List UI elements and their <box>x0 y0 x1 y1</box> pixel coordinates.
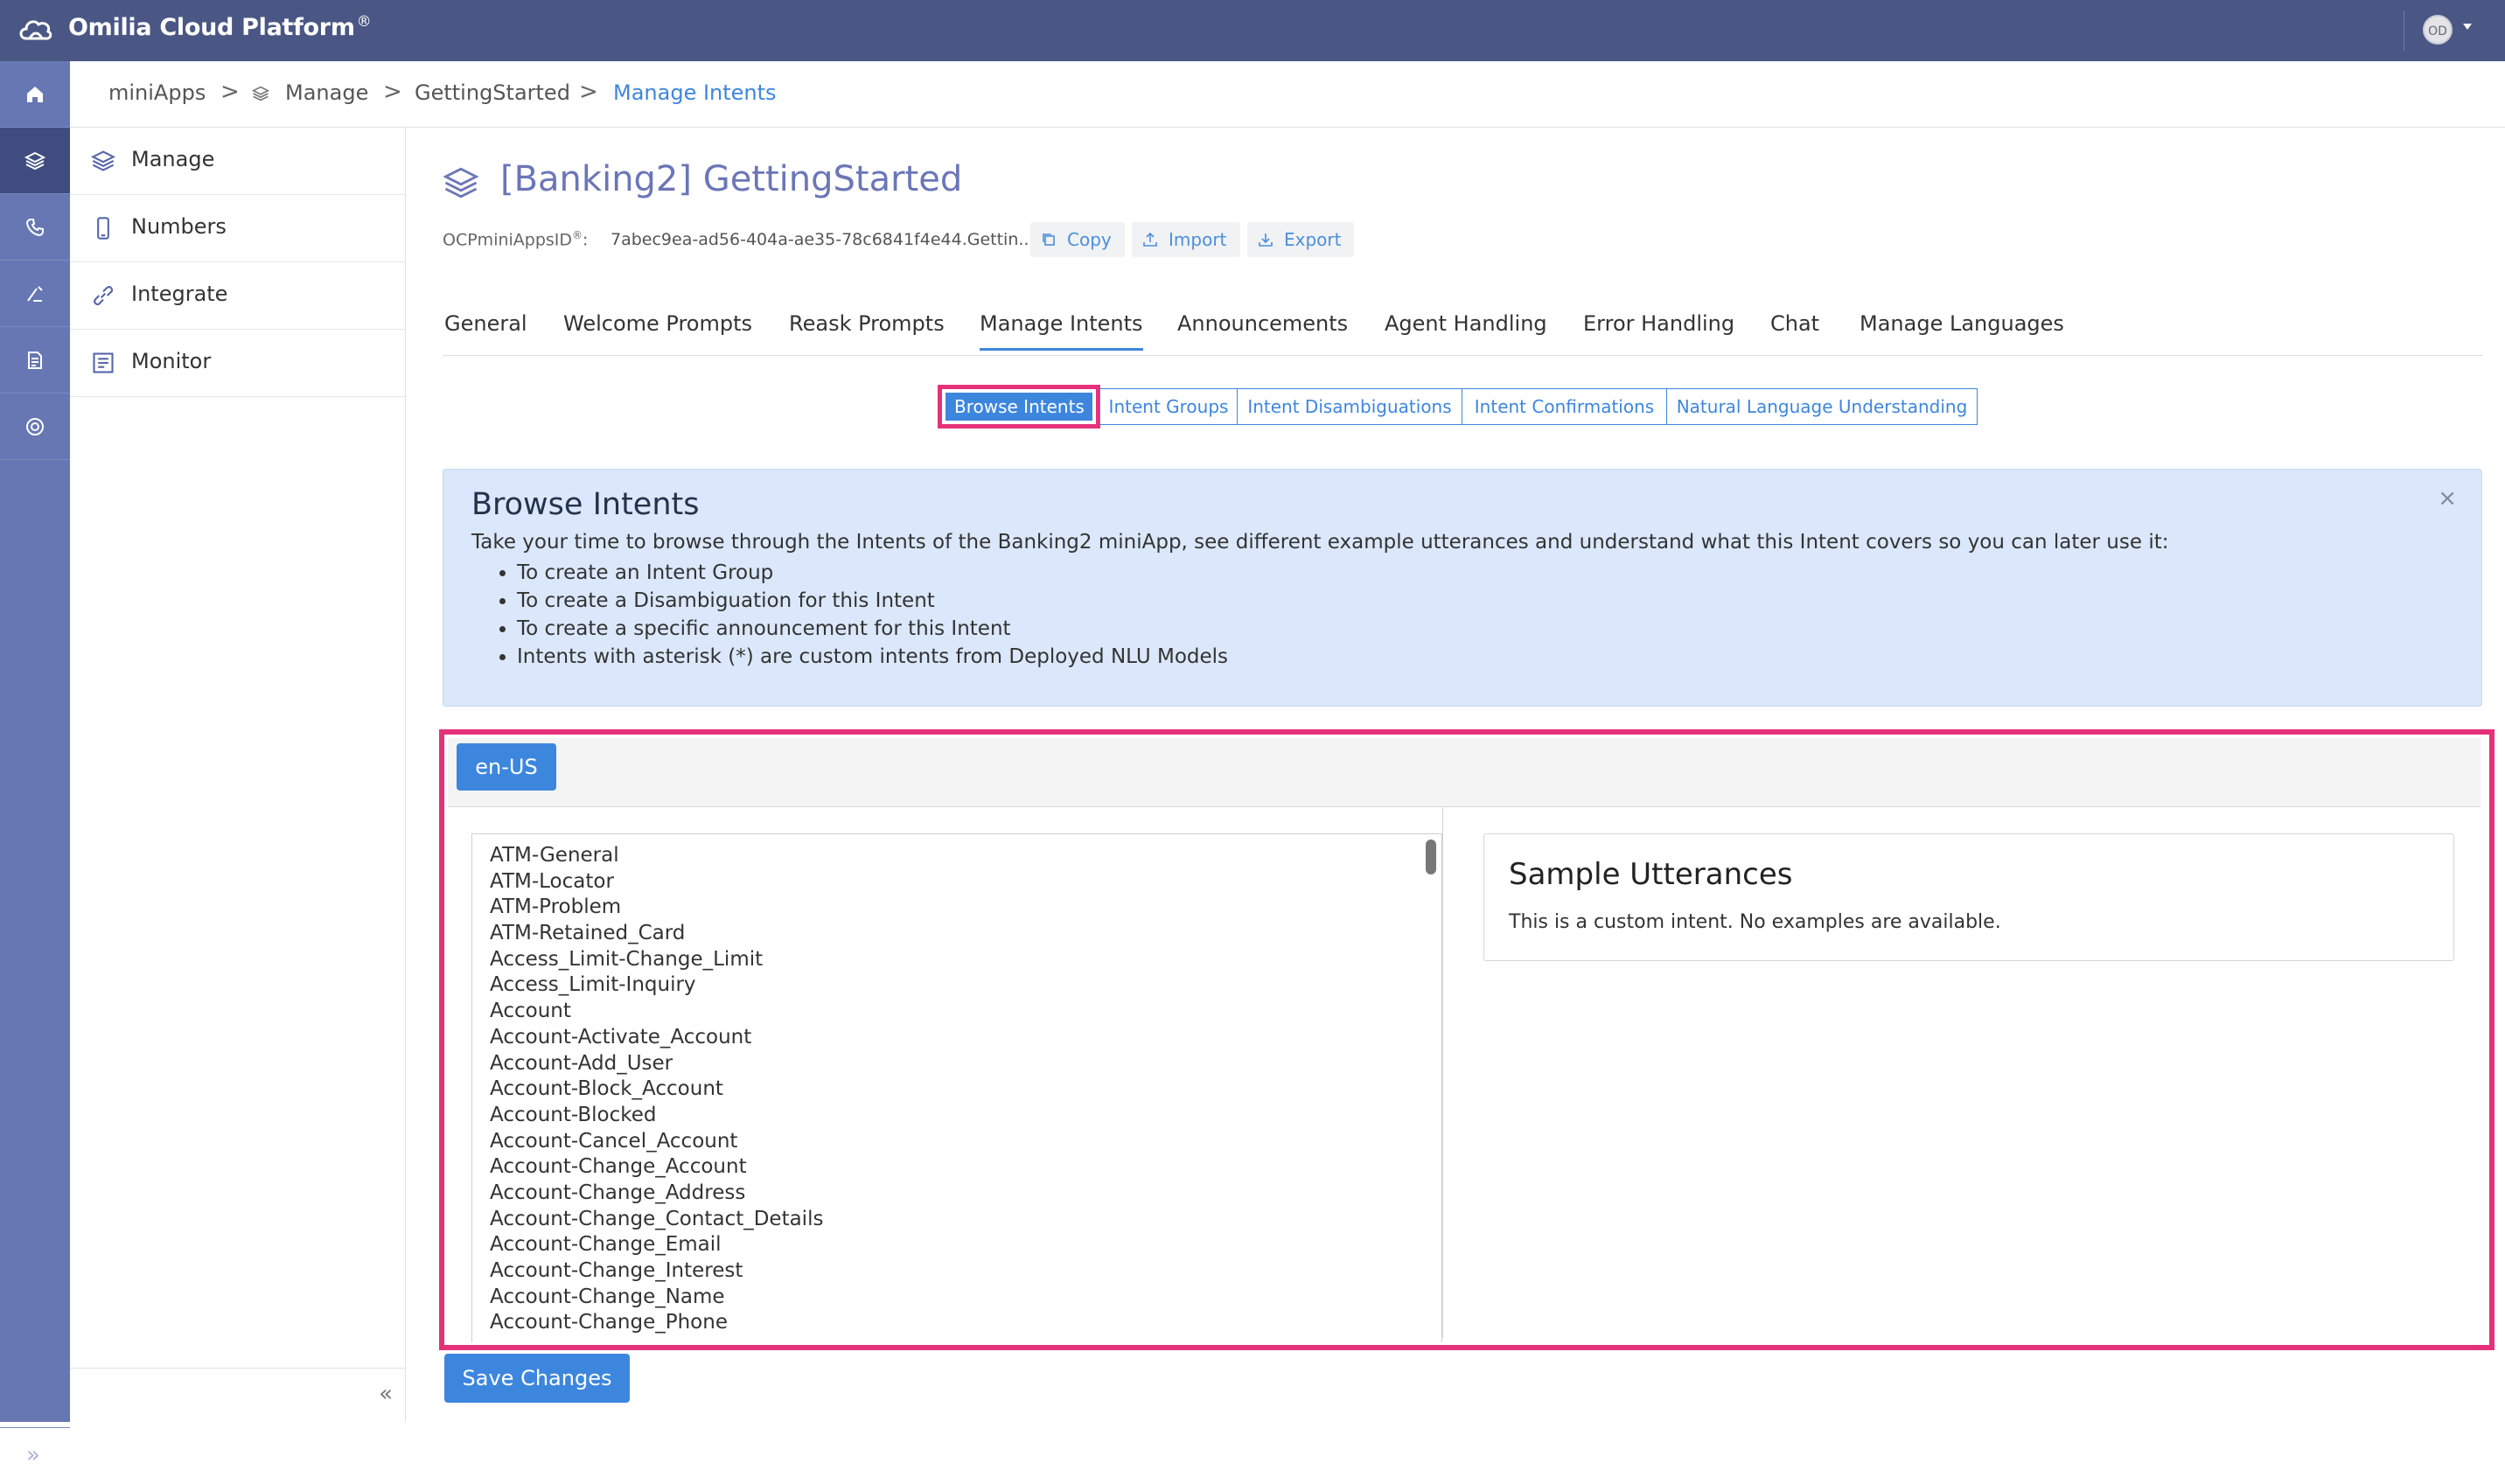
page-title: [Banking2] GettingStarted <box>500 159 963 199</box>
collapse-sidebar-button[interactable]: « <box>70 1368 405 1423</box>
double-chevron-right-icon: » <box>26 1442 40 1468</box>
tab-bar: General Welcome Prompts Reask Prompts Ma… <box>443 306 2482 356</box>
rail-home-button[interactable] <box>0 61 70 128</box>
layers-icon <box>443 167 479 199</box>
tab-reask-prompts[interactable]: Reask Prompts <box>789 311 945 348</box>
breadcrumb-manage[interactable]: Manage <box>285 80 368 105</box>
registered-mark: ® <box>572 229 583 241</box>
subtab-intent-confirmations[interactable]: Intent Confirmations <box>1462 388 1667 425</box>
sidebar-item-label: Monitor <box>131 349 212 373</box>
miniapp-id-label: OCPminiAppsID®: <box>443 229 589 250</box>
miniapp-id-value: 7abec9ea-ad56-404a-ae35-78c6841f4e44.Get… <box>611 230 1035 249</box>
rail-manage-button[interactable] <box>0 128 70 194</box>
tab-chat[interactable]: Chat <box>1770 311 1819 348</box>
layers-icon <box>91 150 115 171</box>
rail-tools-button[interactable] <box>0 261 70 327</box>
phone-icon <box>25 219 44 237</box>
home-icon <box>27 87 43 102</box>
export-button-label: Export <box>1284 229 1342 250</box>
breadcrumb-gettingstarted[interactable]: GettingStarted <box>415 80 570 105</box>
copy-button[interactable]: Copy <box>1030 222 1125 257</box>
import-button[interactable]: Import <box>1132 222 1240 257</box>
tab-manage-intents[interactable]: Manage Intents <box>980 311 1143 351</box>
sidebar-item-label: Integrate <box>131 282 228 306</box>
breadcrumb-separator: > <box>579 79 598 105</box>
download-icon <box>1259 233 1273 247</box>
brand-name[interactable]: Omilia Cloud Platform ® <box>68 13 372 41</box>
tools-icon <box>27 286 43 302</box>
info-title: Browse Intents <box>471 487 700 522</box>
subtab-intent-disambiguations[interactable]: Intent Disambiguations <box>1237 388 1462 425</box>
subtab-nlu[interactable]: Natural Language Understanding <box>1666 388 1978 425</box>
rail-documents-button[interactable] <box>0 327 70 394</box>
export-button[interactable]: Export <box>1247 222 1354 257</box>
chevron-down-icon[interactable] <box>2463 24 2472 30</box>
tab-general[interactable]: General <box>444 311 527 348</box>
double-chevron-left-icon: « <box>379 1381 393 1407</box>
tab-agent-handling[interactable]: Agent Handling <box>1385 311 1547 348</box>
sidebar-item-manage[interactable]: Manage <box>70 128 406 195</box>
breadcrumb-miniapps[interactable]: miniApps <box>108 80 206 105</box>
rail-numbers-button[interactable] <box>0 194 70 261</box>
tab-error-handling[interactable]: Error Handling <box>1583 311 1734 348</box>
phone-icon <box>97 217 109 240</box>
monitor-icon <box>93 352 114 373</box>
import-button-label: Import <box>1169 229 1227 250</box>
sidebar-item-numbers[interactable]: Numbers <box>70 195 406 262</box>
upload-icon <box>1143 232 1157 247</box>
link-icon <box>94 286 114 306</box>
rail-support-button[interactable] <box>0 394 70 460</box>
copy-icon <box>1043 233 1055 246</box>
subtab-label: Browse Intents <box>945 393 1092 421</box>
sidebar-item-label: Numbers <box>131 214 227 239</box>
icon-rail: » <box>0 61 70 1468</box>
side-menu: Manage Numbers Integrate Monitor « <box>70 128 406 1422</box>
subtab-intent-groups[interactable]: Intent Groups <box>1099 388 1238 425</box>
document-icon <box>28 352 42 369</box>
list-item: To create a Disambiguation for this Inte… <box>517 587 1228 615</box>
sidebar-item-integrate[interactable]: Integrate <box>70 262 406 330</box>
save-changes-button[interactable]: Save Changes <box>444 1354 630 1403</box>
browse-intents-info: Browse Intents × Take your time to brows… <box>443 469 2482 707</box>
layers-icon <box>252 86 269 101</box>
breadcrumb: miniApps > Manage > GettingStarted > Man… <box>70 61 2505 128</box>
layers-icon <box>24 151 45 171</box>
list-item: To create a specific announcement for th… <box>517 615 1228 643</box>
sidebar-item-monitor[interactable]: Monitor <box>70 330 406 397</box>
info-text: Take your time to browse through the Int… <box>471 531 2169 554</box>
cloud-logo-icon <box>19 20 52 40</box>
tab-welcome-prompts[interactable]: Welcome Prompts <box>563 311 752 348</box>
sidebar-item-label: Manage <box>131 147 215 171</box>
breadcrumb-separator: > <box>220 79 240 105</box>
registered-mark: ® <box>356 13 372 31</box>
rail-expand-button[interactable]: » <box>0 1427 70 1484</box>
tab-manage-languages[interactable]: Manage Languages <box>1860 311 2064 348</box>
tab-announcements[interactable]: Announcements <box>1177 311 1348 348</box>
breadcrumb-separator: > <box>383 79 402 105</box>
avatar[interactable]: OD <box>2423 15 2453 45</box>
subtab-browse-intents[interactable]: Browse Intents <box>938 385 1100 428</box>
support-icon <box>26 418 44 435</box>
top-bar: Omilia Cloud Platform ® OD <box>0 0 2505 61</box>
info-list: To create an Intent Group To create a Di… <box>471 559 1228 671</box>
breadcrumb-current: Manage Intents <box>613 80 777 105</box>
close-icon[interactable]: × <box>2438 485 2457 512</box>
list-item: Intents with asterisk (*) are custom int… <box>517 643 1228 671</box>
copy-button-label: Copy <box>1067 229 1112 250</box>
list-item: To create an Intent Group <box>517 559 1228 587</box>
highlight-frame <box>439 729 2495 1350</box>
